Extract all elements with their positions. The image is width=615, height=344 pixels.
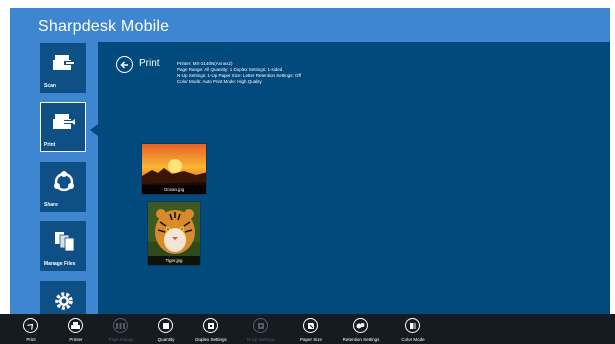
color-mode-icon [405, 318, 420, 333]
duplex-icon [203, 318, 218, 333]
appbar-label: Printer [69, 337, 83, 342]
appbar-color-mode-button[interactable]: Color Mode [388, 317, 438, 344]
appbar-print-button[interactable]: Print [6, 317, 56, 344]
sidebar-item-label: Manage Files [44, 261, 76, 267]
appbar-page-range-button[interactable]: Page Range [96, 317, 146, 344]
printer-icon [68, 318, 83, 333]
appbar-label: Retention Settings [342, 337, 380, 342]
file-name: Ocean.jpg [142, 185, 206, 194]
back-button[interactable] [116, 56, 133, 73]
color-mode-info: Color Mode: Auto Print Mode: High Qualit… [177, 79, 262, 84]
sidebar-item-label: Scan [44, 83, 56, 89]
appbar-printer-button[interactable]: Printer [51, 317, 101, 344]
appbar-label: Duplex Settings [195, 337, 227, 342]
share-icon [54, 171, 74, 192]
selection-pointer [90, 124, 98, 136]
n-up-icon [253, 318, 268, 333]
app-title: Sharpdesk Mobile [38, 18, 170, 35]
n-up-info: N-Up Settings: 1-Up Paper Size: Letter R… [177, 73, 301, 78]
appbar-label: Page Range [108, 337, 134, 342]
print-icon [53, 114, 75, 129]
settings-icon [55, 292, 73, 310]
appbar-retention-button[interactable]: Retention Settings [336, 317, 386, 344]
appbar-label: Quantity [157, 337, 175, 342]
sidebar-item-manage-files[interactable]: Manage Files [40, 221, 86, 271]
ocean-thumbnail: Ocean.jpg [141, 143, 207, 195]
sidebar-item-label: Share [44, 202, 58, 208]
app-window: Sharpdesk Mobile Scan Print Share Manage… [10, 8, 610, 314]
file-name: Tiger.jpg [148, 256, 200, 265]
sidebar-item-print[interactable]: Print [40, 102, 86, 152]
printer-info: Printer: MX-3140N(Annex2) [177, 61, 233, 66]
sidebar-item-share[interactable]: Share [40, 162, 86, 212]
page-range-info: Page Range: All Quantity: 1 Duplex Setti… [177, 67, 283, 72]
appbar-duplex-button[interactable]: Duplex Settings [186, 317, 236, 344]
appbar-label: Color Mode [401, 337, 425, 342]
quantity-icon [158, 318, 173, 333]
appbar-n-up-button[interactable]: N-Up Settings [236, 317, 286, 344]
app-bar: Print Printer Page Range Quantity Duplex… [0, 314, 615, 344]
appbar-label: Print [26, 337, 36, 342]
file-item-tiger[interactable]: Tiger.jpg [147, 201, 201, 266]
page-title: Print [139, 58, 160, 69]
sidebar-item-scan[interactable]: Scan [40, 43, 86, 93]
tiger-thumbnail: Tiger.jpg [147, 201, 201, 266]
print-panel: Print Printer: MX-3140N(Annex2) Page Ran… [98, 42, 610, 314]
appbar-label: Paper Size [299, 337, 322, 342]
back-arrow-icon [119, 60, 128, 69]
sidebar-item-settings[interactable] [40, 281, 86, 314]
paper-size-icon [303, 318, 318, 333]
manage-files-icon [55, 232, 75, 252]
appbar-quantity-button[interactable]: Quantity [141, 317, 191, 344]
retention-icon [353, 318, 368, 333]
page-range-icon [113, 318, 128, 333]
file-item-ocean[interactable]: Ocean.jpg [141, 143, 207, 195]
sidebar-item-label: Print [44, 142, 56, 148]
scan-icon [53, 55, 75, 70]
appbar-label: N-Up Settings [246, 337, 275, 342]
print-action-icon [23, 318, 38, 333]
appbar-paper-size-button[interactable]: Paper Size [286, 317, 336, 344]
